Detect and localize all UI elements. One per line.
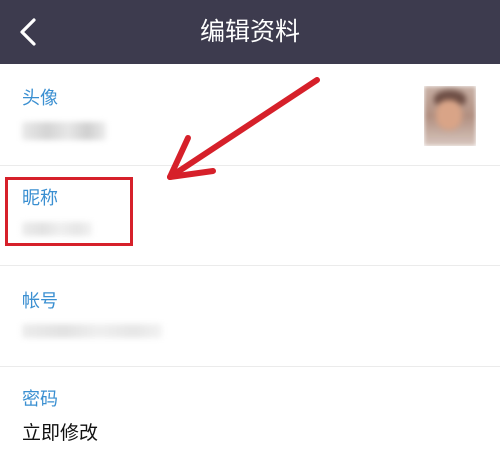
top-navigation-bar: 编辑资料 [0, 0, 500, 64]
password-label: 密码 [22, 389, 58, 410]
annotation-highlight-box [5, 177, 133, 246]
account-value-blurred [22, 324, 162, 338]
avatar-row-value-blurred [22, 122, 106, 140]
change-password-link[interactable]: 立即修改 [22, 421, 98, 445]
avatar-label: 头像 [22, 88, 58, 109]
page-title: 编辑资料 [199, 17, 300, 46]
account-row[interactable]: 帐号 [0, 266, 500, 366]
avatar-face [436, 100, 462, 130]
avatar[interactable] [424, 86, 476, 146]
password-row[interactable]: 密码 立即修改 [0, 367, 500, 475]
account-label: 帐号 [22, 291, 58, 312]
avatar-row[interactable]: 头像 [0, 64, 500, 165]
profile-edit-list: 头像 昵称 帐号 密码 立即修改 [0, 64, 500, 475]
